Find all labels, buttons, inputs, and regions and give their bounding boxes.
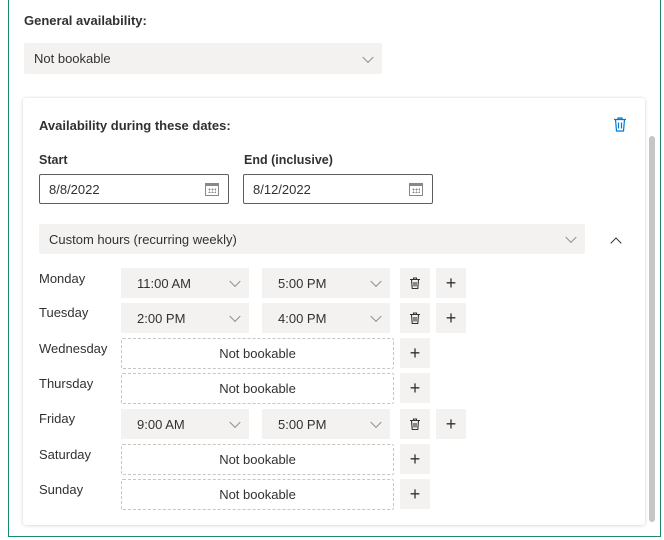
- hours-mode-value: Custom hours (recurring weekly): [49, 231, 237, 247]
- wednesday-not-bookable[interactable]: Not bookable: [121, 338, 394, 369]
- tuesday-start-value: 2:00 PM: [137, 310, 186, 326]
- general-availability-dropdown[interactable]: Not bookable: [24, 43, 382, 74]
- tuesday-end-value: 4:00 PM: [278, 310, 327, 326]
- monday-start-value: 11:00 AM: [137, 275, 191, 291]
- collapse-button[interactable]: [606, 231, 626, 251]
- trash-icon: [410, 311, 420, 324]
- day-label-tuesday: Tuesday: [39, 305, 89, 320]
- monday-end-time[interactable]: 5:00 PM: [262, 268, 390, 298]
- tuesday-delete-button[interactable]: [400, 303, 430, 333]
- calendar-icon[interactable]: [205, 183, 219, 196]
- thursday-add-button[interactable]: +: [400, 373, 430, 403]
- chevron-down-icon: [362, 51, 374, 63]
- friday-delete-button[interactable]: [400, 409, 430, 439]
- end-date-field[interactable]: 8/12/2022: [243, 174, 433, 204]
- chevron-down-icon: [229, 310, 241, 323]
- tuesday-end-time[interactable]: 4:00 PM: [262, 303, 390, 333]
- trash-icon: [410, 276, 420, 289]
- plus-icon: +: [409, 483, 421, 504]
- saturday-add-button[interactable]: +: [400, 444, 430, 474]
- monday-add-button[interactable]: +: [436, 268, 466, 298]
- wednesday-add-button[interactable]: +: [400, 338, 430, 368]
- chevron-up-icon: [610, 237, 622, 249]
- sunday-not-bookable[interactable]: Not bookable: [121, 479, 394, 510]
- tuesday-start-time[interactable]: 2:00 PM: [121, 303, 249, 333]
- delete-range-button[interactable]: [612, 116, 630, 134]
- day-label-saturday: Saturday: [39, 447, 92, 462]
- plus-icon: +: [409, 377, 421, 398]
- chevron-down-icon: [565, 231, 577, 244]
- saturday-not-bookable[interactable]: Not bookable: [121, 444, 394, 475]
- start-date-value: 8/8/2022: [49, 181, 100, 197]
- day-label-friday: Friday: [39, 411, 76, 426]
- day-label-thursday: Thursday: [39, 376, 94, 391]
- plus-icon: +: [409, 342, 421, 363]
- friday-end-value: 5:00 PM: [278, 416, 327, 432]
- friday-start-value: 9:00 AM: [137, 416, 185, 432]
- day-label-wednesday: Wednesday: [39, 341, 108, 356]
- date-range-title: Availability during these dates:: [39, 118, 231, 133]
- end-label: End (inclusive): [244, 153, 333, 167]
- plus-icon: +: [445, 272, 457, 293]
- plus-icon: +: [445, 413, 457, 434]
- friday-start-time[interactable]: 9:00 AM: [121, 409, 249, 439]
- general-availability-label: General availability:: [24, 13, 147, 28]
- chevron-down-icon: [370, 310, 382, 323]
- general-availability-value: Not bookable: [34, 51, 111, 66]
- scrollbar[interactable]: [649, 136, 655, 522]
- calendar-icon[interactable]: [409, 183, 423, 196]
- trash-icon: [410, 417, 420, 430]
- plus-icon: +: [409, 448, 421, 469]
- friday-end-time[interactable]: 5:00 PM: [262, 409, 390, 439]
- start-date-field[interactable]: 8/8/2022: [39, 174, 229, 204]
- plus-icon: +: [445, 307, 457, 328]
- chevron-down-icon: [229, 275, 241, 288]
- monday-delete-button[interactable]: [400, 268, 430, 298]
- sunday-add-button[interactable]: +: [400, 479, 430, 509]
- monday-end-value: 5:00 PM: [278, 275, 327, 291]
- trash-icon: [614, 117, 626, 132]
- chevron-down-icon: [229, 416, 241, 429]
- thursday-not-bookable[interactable]: Not bookable: [121, 373, 394, 404]
- chevron-down-icon: [370, 275, 382, 288]
- friday-add-button[interactable]: +: [436, 409, 466, 439]
- tuesday-add-button[interactable]: +: [436, 303, 466, 333]
- monday-start-time[interactable]: 11:00 AM: [121, 268, 249, 298]
- day-label-sunday: Sunday: [39, 482, 84, 497]
- chevron-down-icon: [370, 416, 382, 429]
- start-label: Start: [39, 153, 68, 167]
- day-label-monday: Monday: [39, 271, 86, 286]
- end-date-value: 8/12/2022: [253, 181, 311, 197]
- hours-mode-dropdown[interactable]: Custom hours (recurring weekly): [39, 224, 585, 254]
